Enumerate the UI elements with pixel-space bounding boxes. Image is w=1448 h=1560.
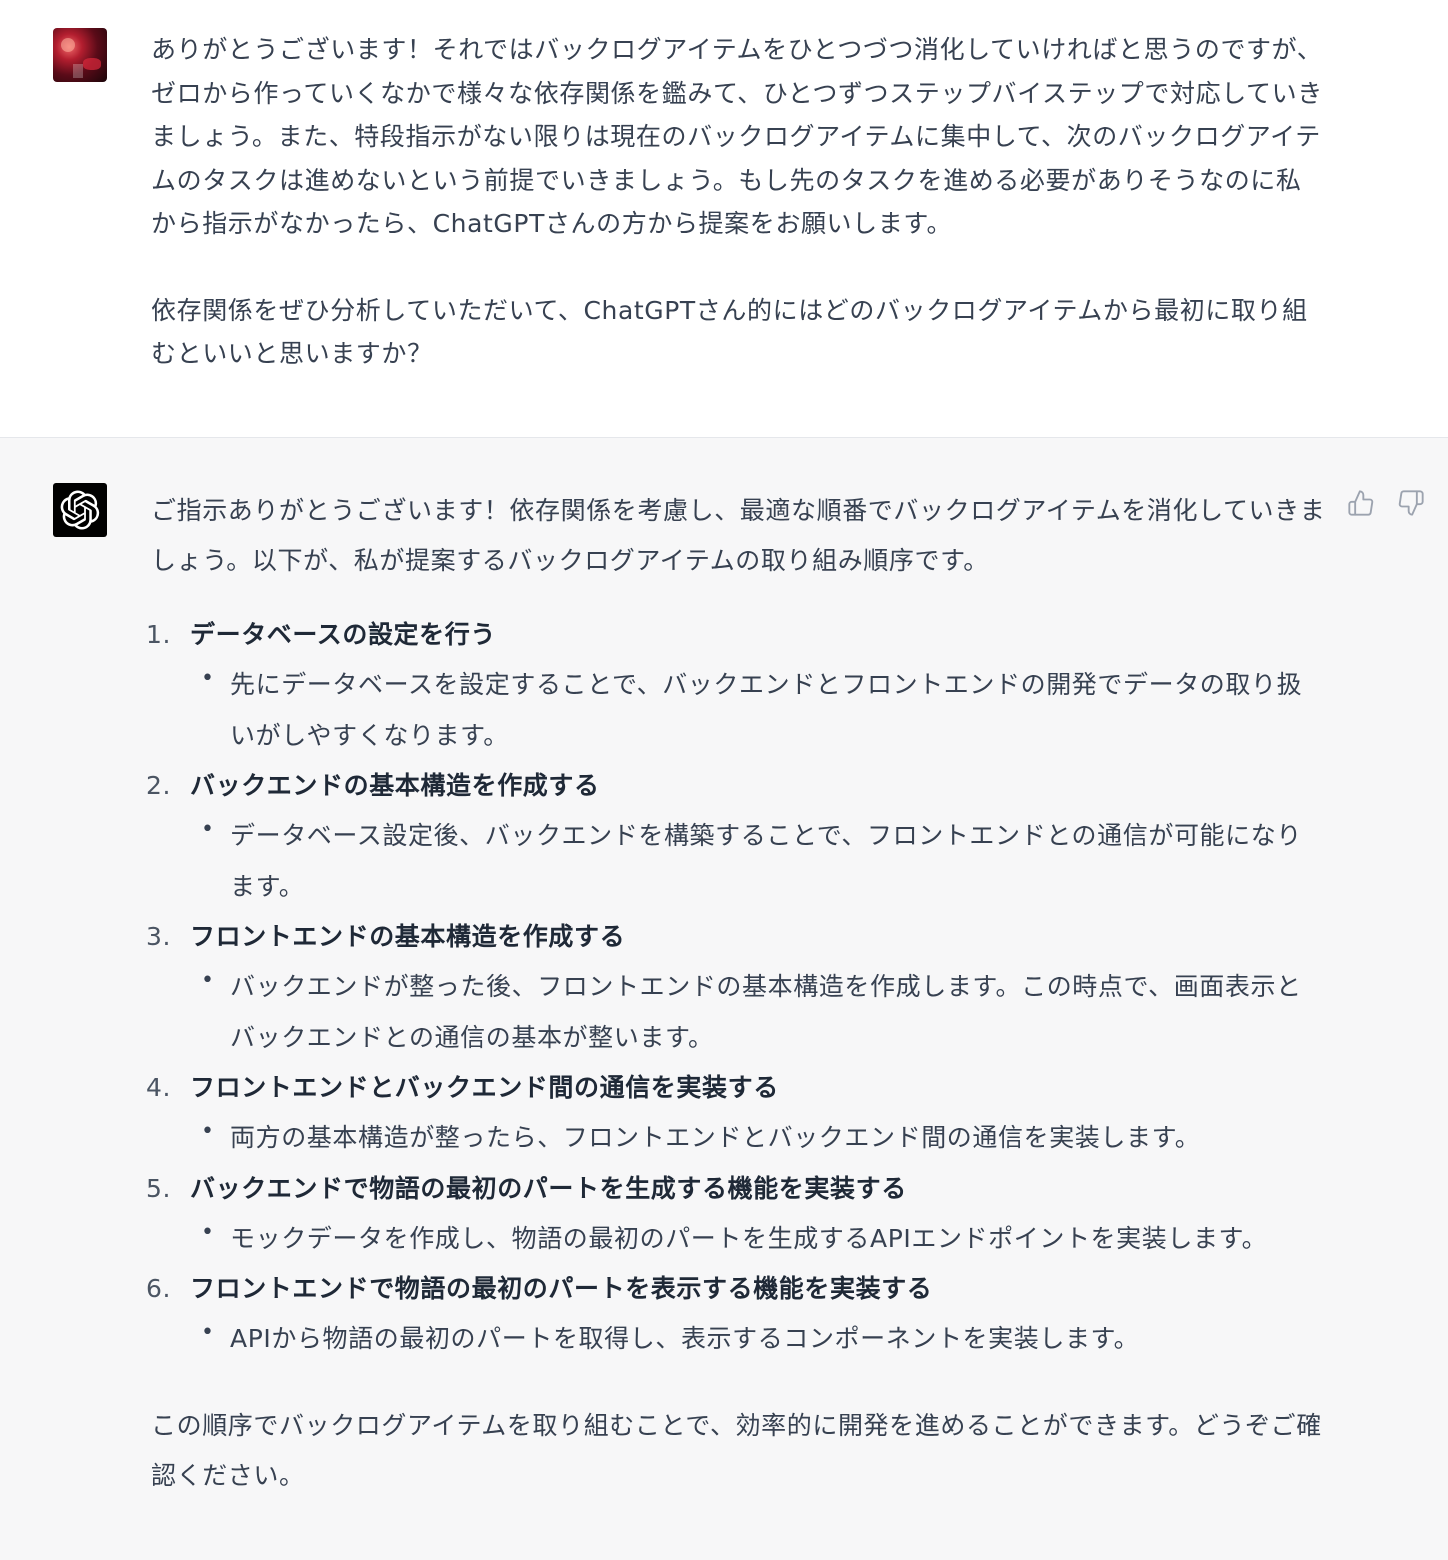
step-title: データベースの設定を行う (190, 620, 496, 649)
assistant-intro: ご指示ありがとうございます！依存関係を考慮し、最適な順番でバックログアイテムを消… (151, 496, 1326, 575)
step-title: フロントエンドで物語の最初のパートを表示する機能を実装する (190, 1274, 933, 1303)
step-number: 3. (146, 922, 172, 951)
user-avatar (53, 28, 107, 82)
step-detail: • 両方の基本構造が整ったら、フロントエンドとバックエンド間の通信を実装します。 (190, 1113, 1326, 1164)
step-detail-text: 先にデータベースを設定することで、バックエンドとフロントエンドの開発でデータの取… (230, 670, 1303, 750)
step-detail-text: モックデータを作成し、物語の最初のパートを生成するAPIエンドポイントを実装しま… (230, 1223, 1268, 1253)
step-detail: • モックデータを作成し、物語の最初のパートを生成するAPIエンドポイントを実装… (190, 1214, 1326, 1265)
step-title: バックエンドの基本構造を作成する (190, 771, 600, 800)
step-detail-text: 両方の基本構造が整ったら、フロントエンドとバックエンド間の通信を実装します。 (230, 1123, 1201, 1152)
step-title: バックエンドで物語の最初のパートを生成する機能を実装する (190, 1173, 907, 1203)
step-number: 1. (146, 620, 172, 649)
step-detail: • APIから物語の最初のパートを取得し、表示するコンポーネントを実装します。 (190, 1314, 1326, 1365)
assistant-outro: この順序でバックログアイテムを取り組むことで、効率的に開発を進めることができます… (151, 1410, 1322, 1490)
user-message: ありがとうございます！それではバックログアイテムをひとつづつ消化していければと思… (0, 0, 1448, 438)
step-number: 6. (146, 1274, 172, 1303)
bullet-icon: • (201, 1320, 215, 1345)
thumbs-up-icon[interactable] (1346, 488, 1376, 518)
bullet-icon: • (201, 666, 215, 691)
step-title: フロントエンドの基本構造を作成する (190, 922, 626, 951)
step-detail-text: データベース設定後、バックエンドを構築することで、フロントエンドとの通信が可能に… (230, 821, 1302, 901)
assistant-message-text: ご指示ありがとうございます！依存関係を考慮し、最適な順番でバックログアイテムを消… (146, 486, 1326, 1501)
step-number: 4. (146, 1073, 172, 1102)
backlog-order-list: 1. データベースの設定を行う • 先にデータベースを設定することで、バックエン… (146, 610, 1326, 1365)
user-paragraph: 依存関係をぜひ分析していただいて、ChatGPTさん的にはどのバックログアイテム… (151, 295, 1308, 369)
step-title: フロントエンドとバックエンド間の通信を実装する (190, 1073, 779, 1102)
step-detail: • 先にデータベースを設定することで、バックエンドとフロントエンドの開発でデータ… (190, 660, 1326, 761)
step-number: 2. (146, 771, 172, 800)
step-detail-text: APIから物語の最初のパートを取得し、表示するコンポーネントを実装します。 (230, 1324, 1140, 1353)
assistant-message: ご指示ありがとうございます！依存関係を考慮し、最適な順番でバックログアイテムを消… (0, 438, 1448, 1560)
list-item: 5. バックエンドで物語の最初のパートを生成する機能を実装する • モックデータ… (146, 1164, 1326, 1265)
openai-logo-icon (53, 483, 107, 537)
bullet-icon: • (201, 1119, 215, 1144)
step-detail-text: バックエンドが整った後、フロントエンドの基本構造を作成します。この時点で、画面表… (230, 972, 1302, 1052)
user-message-text: ありがとうございます！それではバックログアイテムをひとつづつ消化していければと思… (151, 28, 1326, 376)
step-detail: • バックエンドが整った後、フロントエンドの基本構造を作成します。この時点で、画… (190, 962, 1326, 1063)
list-item: 3. フロントエンドの基本構造を作成する • バックエンドが整った後、フロントエ… (146, 912, 1326, 1063)
step-detail: • データベース設定後、バックエンドを構築することで、フロントエンドとの通信が可… (190, 811, 1326, 912)
bullet-icon: • (201, 817, 215, 842)
step-number: 5. (146, 1173, 172, 1203)
list-item: 6. フロントエンドで物語の最初のパートを表示する機能を実装する • APIから… (146, 1264, 1326, 1365)
thumbs-down-icon[interactable] (1396, 488, 1426, 518)
bullet-icon: • (201, 968, 215, 993)
list-item: 4. フロントエンドとバックエンド間の通信を実装する • 両方の基本構造が整った… (146, 1063, 1326, 1164)
list-item: 2. バックエンドの基本構造を作成する • データベース設定後、バックエンドを構… (146, 761, 1326, 912)
bullet-icon: • (201, 1219, 215, 1245)
user-paragraph: ありがとうございます！それではバックログアイテムをひとつづつ消化していければと思… (151, 35, 1323, 238)
list-item: 1. データベースの設定を行う • 先にデータベースを設定することで、バックエン… (146, 610, 1326, 761)
